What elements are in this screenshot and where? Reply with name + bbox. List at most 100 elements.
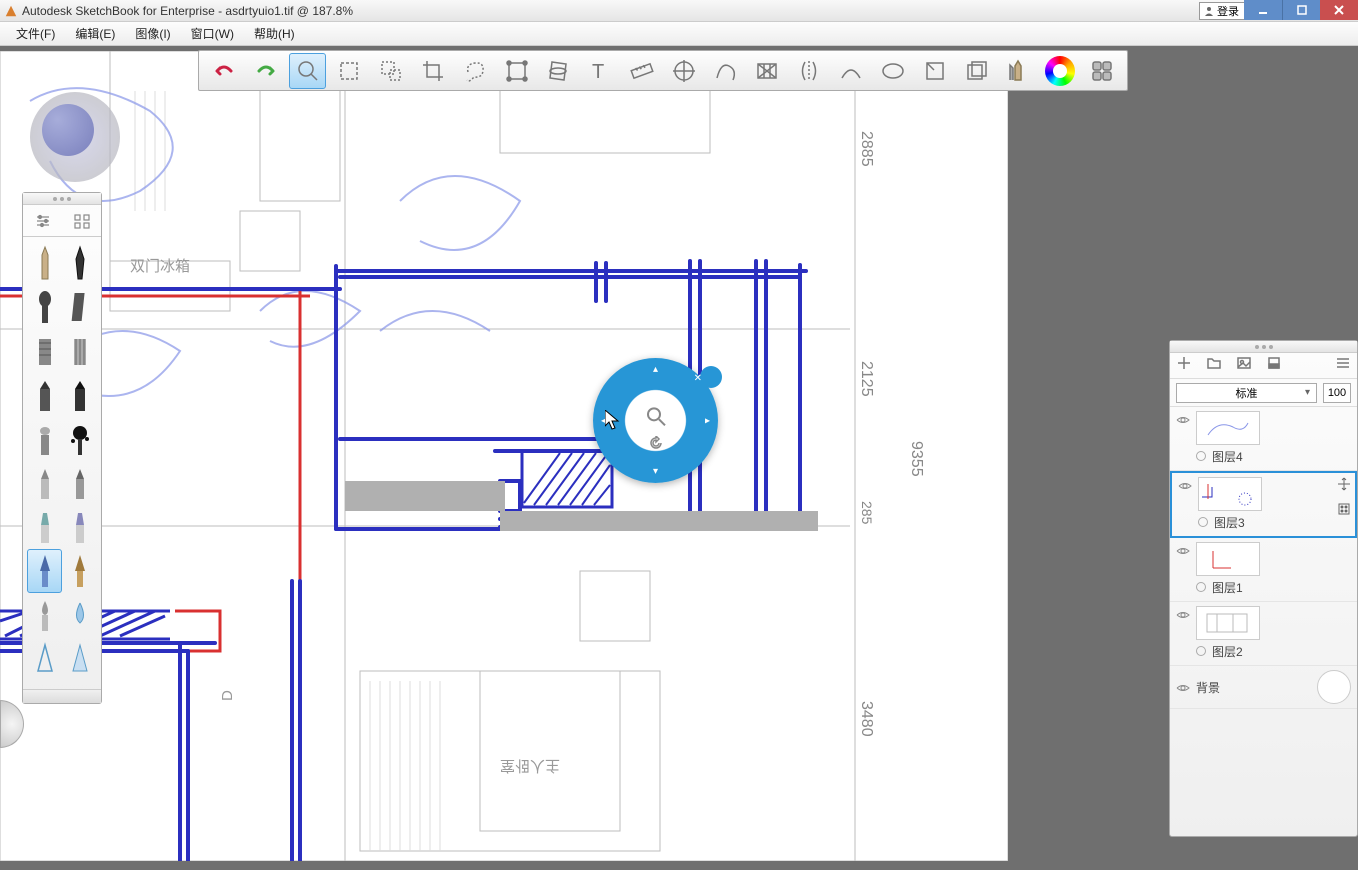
brush-texture2[interactable]	[62, 329, 97, 373]
brush-puck[interactable]	[30, 92, 120, 182]
brush-nib-active[interactable]	[27, 549, 62, 593]
brush-pencil[interactable]	[27, 241, 62, 285]
shape-tool[interactable]	[874, 53, 912, 89]
layers-menu-button[interactable]	[1335, 355, 1351, 376]
cursor-icon	[605, 410, 623, 432]
svg-text:D: D	[219, 690, 236, 701]
transform-tool[interactable]	[498, 53, 536, 89]
user-icon	[1204, 6, 1214, 16]
visibility-toggle[interactable]	[1176, 679, 1196, 695]
predictive-stroke-tool[interactable]	[916, 53, 954, 89]
minimize-button[interactable]	[1244, 0, 1282, 20]
brush-airbrush[interactable]	[27, 417, 62, 461]
brush-library-tab[interactable]	[62, 205, 101, 236]
brush-cone2[interactable]	[62, 637, 97, 681]
panel-grip[interactable]	[1170, 341, 1357, 353]
close-icon[interactable]: ✕	[694, 373, 702, 384]
crop-tool[interactable]	[414, 53, 452, 89]
marquee-tool[interactable]	[330, 53, 368, 89]
layer-row[interactable]: 图层4	[1170, 407, 1357, 471]
menu-help[interactable]: 帮助(H)	[244, 25, 305, 42]
brush-chisel2[interactable]	[62, 461, 97, 505]
panel-grip[interactable]	[23, 193, 101, 205]
distort-tool[interactable]	[540, 53, 578, 89]
brush-marker1[interactable]	[27, 373, 62, 417]
layers-panel: 标准 100 图层4 图层3 图层1	[1169, 340, 1358, 837]
visibility-toggle[interactable]	[1176, 411, 1196, 466]
blend-mode-select[interactable]: 标准	[1176, 383, 1317, 403]
brush-nib2[interactable]	[62, 549, 97, 593]
lock-toggle[interactable]	[1196, 646, 1206, 656]
background-layer-row[interactable]: 背景	[1170, 666, 1357, 709]
steady-stroke-tool[interactable]	[832, 53, 870, 89]
symmetry-tool[interactable]	[790, 53, 828, 89]
title-bar: Autodesk SketchBook for Enterprise - asd…	[0, 0, 1358, 22]
french-curve-tool[interactable]	[707, 53, 745, 89]
add-folder-button[interactable]	[1206, 355, 1222, 376]
background-toggle-button[interactable]	[1266, 355, 1282, 376]
flipbook-tool[interactable]	[958, 53, 996, 89]
svg-text:2125: 2125	[858, 361, 875, 397]
svg-text:主人卧室: 主人卧室	[500, 757, 560, 774]
perspective-tool[interactable]	[749, 53, 787, 89]
maximize-button[interactable]	[1282, 0, 1320, 20]
layer-options-icon[interactable]	[1337, 502, 1351, 521]
brush-pen[interactable]	[62, 241, 97, 285]
brush-chalk[interactable]	[62, 285, 97, 329]
ellipse-guide-tool[interactable]	[665, 53, 703, 89]
brush-palette	[22, 192, 102, 704]
lasso-fill-tool[interactable]	[456, 53, 494, 89]
svg-text:3480: 3480	[858, 701, 875, 737]
add-image-button[interactable]	[1236, 355, 1252, 376]
layer-row[interactable]: 图层1	[1170, 538, 1357, 602]
menu-window[interactable]: 窗口(W)	[181, 25, 244, 42]
close-button[interactable]	[1320, 0, 1358, 20]
redo-button[interactable]	[247, 53, 285, 89]
layer-row[interactable]: 图层2	[1170, 602, 1357, 666]
ruler-tool[interactable]	[623, 53, 661, 89]
visibility-toggle[interactable]	[1176, 542, 1196, 597]
add-layer-button[interactable]	[1176, 355, 1192, 376]
svg-text:双门冰箱: 双门冰箱	[130, 258, 190, 275]
brush-library-button[interactable]	[999, 53, 1037, 89]
visibility-toggle[interactable]	[1178, 477, 1198, 532]
brush-drop2[interactable]	[62, 593, 97, 637]
chevron-up-icon[interactable]: ▴	[653, 364, 658, 375]
menu-image[interactable]: 图像(I)	[125, 25, 180, 42]
selection-add-tool[interactable]	[372, 53, 410, 89]
text-tool[interactable]: T	[581, 53, 619, 89]
brush-ink2[interactable]	[62, 505, 97, 549]
visibility-toggle[interactable]	[1176, 606, 1196, 661]
layer-move-icon[interactable]	[1337, 477, 1351, 496]
color-wheel-button[interactable]	[1041, 53, 1079, 89]
lock-toggle[interactable]	[1196, 582, 1206, 592]
lagoon-button[interactable]	[1083, 53, 1121, 89]
brush-cone1[interactable]	[27, 637, 62, 681]
layer-opacity-input[interactable]: 100	[1323, 383, 1351, 403]
app-icon	[4, 4, 18, 18]
lock-toggle[interactable]	[1196, 451, 1206, 461]
background-color-swatch[interactable]	[1317, 670, 1351, 704]
brush-settings-tab[interactable]	[23, 205, 62, 236]
lock-toggle[interactable]	[1198, 517, 1208, 527]
brush-chisel1[interactable]	[27, 461, 62, 505]
brush-marker2[interactable]	[62, 373, 97, 417]
magnifier-icon	[645, 405, 667, 432]
window-controls	[1244, 0, 1358, 20]
brush-soft[interactable]	[27, 285, 62, 329]
brush-ink1[interactable]	[27, 505, 62, 549]
panel-resize-grip[interactable]	[23, 689, 101, 703]
rotate-icon[interactable]	[649, 436, 663, 455]
zoom-tool[interactable]	[289, 53, 327, 89]
undo-button[interactable]	[205, 53, 243, 89]
canvas[interactable]: 2885 2125 9355 285 3480 双门冰箱 主人卧室 D	[0, 51, 1008, 861]
menu-file[interactable]: 文件(F)	[6, 25, 65, 42]
chevron-down-icon[interactable]: ▾	[653, 466, 658, 477]
brush-splatter[interactable]	[62, 417, 97, 461]
brush-texture1[interactable]	[27, 329, 62, 373]
brush-drop1[interactable]	[27, 593, 62, 637]
layer-row-selected[interactable]: 图层3	[1170, 471, 1357, 538]
menu-edit[interactable]: 编辑(E)	[65, 25, 125, 42]
chevron-right-icon[interactable]: ▸	[705, 415, 710, 426]
svg-text:T: T	[592, 61, 604, 83]
